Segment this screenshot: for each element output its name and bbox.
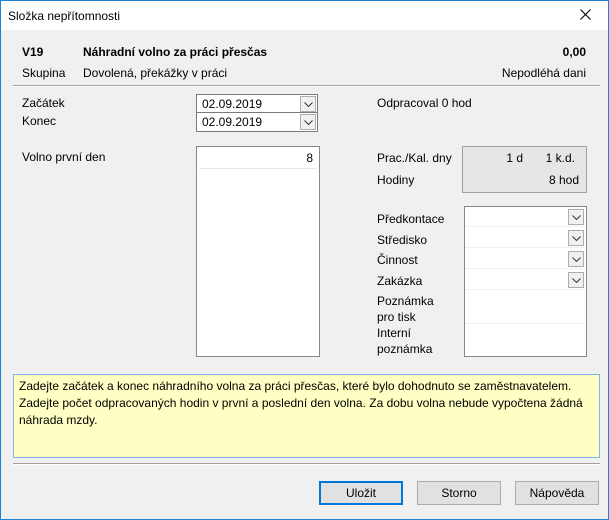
calendar-days-value: 1 k.d.: [545, 151, 575, 165]
hours-value: 8 hod: [548, 173, 579, 187]
note-print-input[interactable]: [465, 291, 586, 324]
group-label: Skupina: [22, 66, 66, 80]
start-date-picker[interactable]: 02.09.2019: [196, 94, 318, 114]
note-print-label-2: pro tisk: [377, 310, 416, 324]
chevron-down-icon[interactable]: [568, 209, 584, 225]
hint-textarea[interactable]: Zadejte začátek a konec náhradního volna…: [13, 374, 600, 458]
hours-label: Hodiny: [377, 173, 415, 187]
hint-line-1: Zadejte začátek a konec náhradního volna…: [19, 379, 572, 393]
save-button[interactable]: Uložit: [319, 481, 403, 505]
chevron-down-icon[interactable]: [568, 230, 584, 246]
end-date-picker[interactable]: 02.09.2019: [196, 112, 318, 132]
first-day-hours-value: 8: [306, 151, 313, 165]
chevron-down-icon[interactable]: [300, 114, 316, 130]
first-day-label: Volno první den: [22, 150, 106, 164]
help-button[interactable]: Nápověda: [515, 481, 599, 505]
close-icon: [579, 7, 591, 25]
absence-code: V19: [22, 45, 44, 59]
predkontace-label: Předkontace: [377, 212, 445, 226]
save-button-label: Uložit: [345, 486, 376, 500]
predkontace-select[interactable]: [465, 207, 585, 227]
absence-name: Náhradní volno za práci přesčas: [83, 45, 268, 59]
chevron-down-icon[interactable]: [568, 272, 584, 288]
workcal-label: Prac./Kal. dny: [377, 151, 452, 165]
properties-box: [464, 206, 587, 357]
tax-status: Nepodléhá dani: [501, 66, 586, 80]
end-label: Konec: [22, 114, 57, 128]
cinnost-select[interactable]: [465, 249, 585, 269]
title-bar: Složka nepřítomnosti: [1, 1, 608, 30]
header-panel: V19 Náhradní volno za práci přesčas 0,00…: [13, 37, 600, 85]
stredisko-label: Středisko: [377, 233, 428, 247]
first-day-hours-input[interactable]: 8: [199, 149, 317, 169]
chevron-down-icon[interactable]: [568, 251, 584, 267]
chevron-down-icon[interactable]: [300, 96, 316, 112]
hint-line-3: náhrada mzdy.: [19, 413, 98, 427]
amount-value: 0,00: [562, 45, 586, 59]
end-date-value: 02.09.2019: [202, 115, 263, 129]
worked-hours-text: Odpracoval 0 hod: [377, 96, 472, 110]
work-days-value: 1 d: [506, 151, 523, 165]
close-button[interactable]: [562, 1, 608, 30]
start-label: Začátek: [22, 96, 65, 110]
cancel-button-label: Storno: [441, 486, 477, 500]
divider: [13, 463, 600, 465]
window-title: Složka nepřítomnosti: [8, 8, 121, 23]
zakazka-select[interactable]: [465, 270, 585, 290]
start-date-value: 02.09.2019: [202, 97, 263, 111]
cinnost-label: Činnost: [377, 253, 418, 267]
cancel-button[interactable]: Storno: [417, 481, 501, 505]
dialog-window: Složka nepřítomnosti V19 Náhradní volno …: [0, 0, 609, 520]
stredisko-select[interactable]: [465, 228, 585, 248]
divider: [13, 85, 600, 87]
note-print-label-1: Poznámka: [377, 294, 434, 308]
hint-line-2: Zadejte počet odpracovaných hodin v prvn…: [19, 396, 583, 410]
group-value: Dovolená, překážky v práci: [83, 66, 228, 80]
note-internal-input[interactable]: [465, 325, 586, 356]
help-button-label: Nápověda: [529, 486, 585, 500]
first-day-hours-list[interactable]: 8: [196, 146, 320, 357]
summary-box: 1 d 1 k.d. 8 hod: [462, 146, 587, 193]
note-internal-label-2: poznámka: [377, 342, 433, 356]
zakazka-label: Zakázka: [377, 274, 423, 288]
note-internal-label-1: Interní: [377, 326, 412, 340]
